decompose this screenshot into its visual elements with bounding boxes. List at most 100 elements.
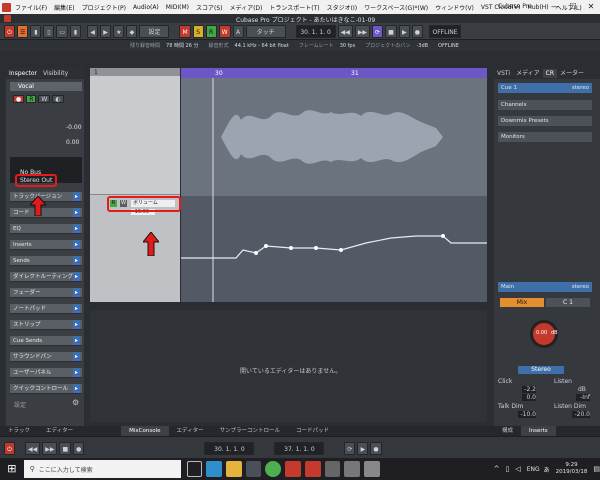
tab-meter[interactable]: メーター — [557, 69, 587, 78]
listendim-value[interactable]: -20.0 — [572, 411, 590, 418]
section-user-panel[interactable]: ユーザーパネル ▸ — [10, 368, 82, 378]
left-locator-display[interactable]: 30. 1. 1. 0 — [204, 441, 255, 455]
close-button[interactable]: ✕ — [582, 0, 600, 14]
edge-icon[interactable] — [206, 461, 223, 477]
talkdim-value[interactable]: -10.0 — [518, 411, 536, 418]
section-notepad[interactable]: ノートパッド ▸ — [10, 304, 82, 314]
transport-rewind-icon[interactable]: ◀◀ — [25, 441, 41, 455]
mix-button[interactable]: Mix — [500, 298, 544, 307]
transport-activate-icon[interactable]: ⏻ — [4, 441, 15, 455]
track-name-field[interactable]: Vocal — [10, 82, 82, 91]
solo-button[interactable]: S — [192, 24, 204, 38]
grid-settings-select[interactable]: 設定 — [139, 24, 170, 38]
record-icon[interactable]: ● — [411, 24, 423, 38]
left-zone-icon[interactable]: ▯ — [43, 24, 55, 38]
section-cue-sends[interactable]: Cue Sends ▸ — [10, 336, 82, 346]
track-read-icon[interactable]: R — [26, 94, 37, 103]
menu-edit[interactable]: 編集(E) — [54, 3, 74, 12]
star-icon[interactable]: ★ — [113, 24, 125, 38]
tab-mixconsole[interactable]: MixConsole — [121, 426, 169, 436]
edit-mode-icon[interactable]: ☰ — [17, 24, 29, 38]
app-taskbar-icon-3[interactable] — [363, 461, 380, 477]
tab-track[interactable]: トラック — [0, 426, 38, 436]
right-zone-icon[interactable]: ▮ — [70, 24, 82, 38]
transport-play-icon[interactable]: ▶ — [357, 441, 369, 455]
section-strip[interactable]: ストリップ ▸ — [10, 320, 82, 330]
tab-cr[interactable]: CR — [542, 68, 558, 78]
volume-icon[interactable]: ◁ — [515, 465, 520, 473]
menu-audio[interactable]: Audio(A) — [133, 4, 159, 11]
menu-workspace[interactable]: ワークスペース(G)*(W) — [364, 3, 428, 12]
tab-editor-lower[interactable]: エディター — [169, 426, 212, 436]
chrome-icon[interactable] — [265, 461, 282, 477]
pan-value-inspector[interactable]: 0.00 — [66, 139, 79, 146]
app-taskbar-icon-2[interactable] — [344, 461, 360, 477]
tab-inspector[interactable]: Inspector — [6, 69, 40, 78]
position-display[interactable]: 30. 1. 1. 0 — [295, 24, 336, 38]
stop-icon[interactable]: ■ — [385, 24, 397, 38]
section-eq[interactable]: EQ ▸ — [10, 224, 82, 234]
menu-studio[interactable]: スタジオ(I) — [327, 3, 357, 12]
tab-sampler-control[interactable]: サンプラーコントロール — [212, 426, 288, 436]
tab-setup[interactable]: 構成 — [494, 426, 521, 436]
menu-midi[interactable]: MIDI(M) — [166, 4, 189, 11]
click-level-2[interactable]: 0.0 — [522, 394, 536, 401]
menu-media[interactable]: メディア(D) — [229, 3, 262, 12]
ime-mode[interactable]: あ — [544, 465, 550, 474]
mute-button[interactable]: M — [179, 24, 191, 38]
section-direct-routing[interactable]: ダイレクトルーティング ▸ — [10, 272, 82, 282]
inspector-footer-settings[interactable]: 設定 — [14, 400, 26, 409]
windows-start-icon[interactable]: ⊞ — [2, 458, 22, 480]
explorer-icon[interactable] — [226, 461, 242, 477]
notification-icon[interactable]: ▤ — [593, 465, 600, 473]
section-sends[interactable]: Sends ▸ — [10, 256, 82, 266]
stereo-button[interactable]: Stereo — [518, 366, 564, 374]
ruler[interactable] — [181, 68, 487, 78]
cubase-taskbar-icon-2[interactable] — [304, 461, 321, 477]
track-mute-icon[interactable]: ● — [13, 94, 25, 103]
lower-zone-icon[interactable]: ▭ — [56, 24, 69, 38]
tab-vsti[interactable]: VSTi — [494, 69, 513, 78]
tab-chord-pads[interactable]: コードパッド — [288, 426, 337, 436]
menu-score[interactable]: スコア(S) — [196, 3, 223, 12]
section-fader[interactable]: フェーダー ▸ — [10, 288, 82, 298]
section-quick-controls[interactable]: クイックコントロール ▸ — [10, 384, 82, 394]
tab-media[interactable]: メディア — [513, 69, 543, 78]
transport-forward-icon[interactable]: ▶▶ — [42, 441, 58, 455]
play-icon[interactable]: ▶ — [398, 24, 410, 38]
tab-inserts[interactable]: Inserts — [521, 426, 556, 436]
volume-value[interactable]: -0.00 — [66, 124, 82, 131]
menu-transport[interactable]: トランスポート(T) — [269, 3, 319, 12]
network-icon[interactable]: ▯ — [505, 465, 509, 473]
tray-up-icon[interactable]: ^ — [494, 465, 500, 473]
forward-icon[interactable]: ▶▶ — [354, 24, 371, 38]
section-chord[interactable]: コード ▸ — [10, 208, 82, 218]
c1-button[interactable]: C 1 — [546, 298, 590, 307]
menu-file[interactable]: ファイル(F) — [15, 3, 47, 12]
menu-project[interactable]: プロジェクト(P) — [82, 3, 126, 12]
auto-mode-button[interactable]: A — [232, 24, 244, 38]
maximize-button[interactable]: ☐ — [564, 0, 582, 14]
monitors-row[interactable]: Monitors — [498, 132, 592, 142]
app-taskbar-icon[interactable] — [324, 461, 341, 477]
track-write-icon[interactable]: W — [38, 94, 51, 103]
track-monitor-icon[interactable]: ◐ — [52, 94, 64, 103]
menu-window[interactable]: ウィンドウ(V) — [435, 3, 474, 12]
downmix-presets-row[interactable]: Downmix Presets — [498, 116, 592, 126]
section-inserts[interactable]: Inserts ▸ — [10, 240, 82, 250]
minimize-button[interactable]: — — [546, 0, 564, 14]
inspector-toggle-icon[interactable]: ▮ — [30, 24, 42, 38]
search-box[interactable]: ⚲ ここに入力して検索 — [23, 460, 181, 478]
cycle-icon[interactable]: ⟳ — [372, 24, 384, 38]
gear-icon[interactable]: ⚙ — [72, 398, 79, 407]
task-view-icon[interactable] — [186, 461, 203, 477]
touch-mode-select[interactable]: タッチ — [245, 24, 286, 38]
cubase-taskbar-icon[interactable] — [285, 461, 301, 477]
project-window-event-display[interactable]: 30 31 — [181, 68, 487, 302]
prev-icon[interactable]: ◀ — [87, 24, 99, 38]
transport-record2-icon[interactable]: ● — [370, 441, 382, 455]
activate-project-icon[interactable]: ⏻ — [4, 24, 15, 38]
tab-visibility[interactable]: Visibility — [40, 69, 71, 78]
section-track-versions[interactable]: トラックバージョン▸ — [10, 192, 82, 202]
main-row[interactable]: Main stereo — [498, 282, 592, 292]
